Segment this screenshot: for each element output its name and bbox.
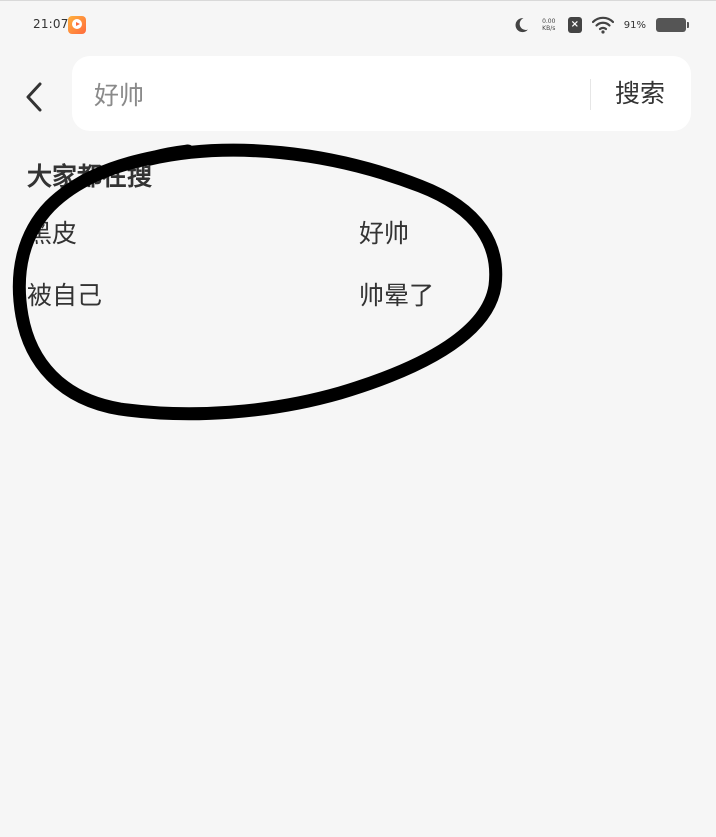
back-button[interactable] (16, 77, 52, 117)
hot-search-item[interactable]: 好帅 (359, 217, 409, 251)
hot-search-item[interactable]: 帅晕了 (359, 279, 434, 313)
hot-searches-title: 大家都在搜 (27, 162, 153, 191)
battery-icon (656, 18, 689, 32)
hot-search-item[interactable]: 被自己 (27, 279, 102, 313)
wifi-icon (591, 16, 614, 34)
search-divider (590, 79, 591, 110)
app-notification-icon (68, 16, 86, 34)
search-button[interactable]: 搜索 (600, 74, 680, 114)
x-box-icon: × (567, 17, 582, 33)
network-speed-value: 0.00 (542, 18, 556, 25)
network-speed-unit: KB/s (542, 25, 556, 32)
battery-percent: 91% (623, 19, 646, 31)
screen: 21:07 0.00 KB/s × 91% 好帅 搜索 大家都在搜 黑皮 好帅 … (0, 0, 716, 836)
network-speed: 0.00 KB/s (540, 18, 558, 32)
hot-search-item[interactable]: 黑皮 (27, 217, 77, 251)
chevron-left-icon (26, 82, 42, 112)
status-icons: 0.00 KB/s × 91% (512, 13, 689, 37)
status-time: 21:07 (33, 17, 69, 31)
search-box: 搜索 (72, 56, 691, 131)
status-bar: 21:07 0.00 KB/s × 91% (0, 1, 716, 49)
moon-icon (515, 18, 528, 33)
search-input[interactable] (94, 74, 574, 114)
